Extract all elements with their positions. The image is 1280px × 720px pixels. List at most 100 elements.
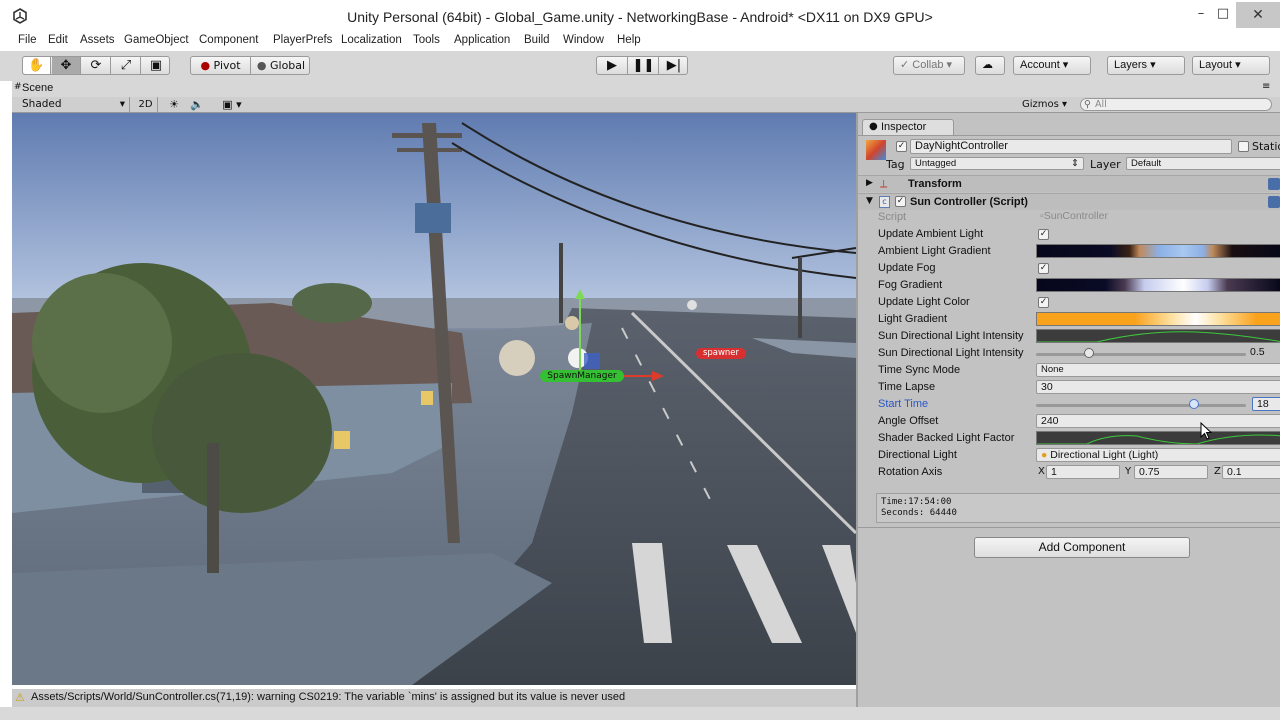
- light-gradient-field[interactable]: [1036, 312, 1280, 326]
- audio-toggle-icon[interactable]: 🔈: [186, 97, 208, 112]
- angle-offset-field[interactable]: 240: [1036, 414, 1280, 428]
- menu-edit[interactable]: Edit: [48, 34, 68, 46]
- script-field[interactable]: ▫SunController: [1036, 210, 1280, 224]
- step-icon: ▶|: [666, 58, 682, 73]
- global-label: Global: [270, 59, 306, 72]
- time-lapse-field[interactable]: 30: [1036, 380, 1280, 394]
- sun-intensity-value-field[interactable]: 0.5: [1250, 346, 1280, 360]
- menu-gameobject[interactable]: GameObject: [124, 34, 189, 46]
- scene-view[interactable]: SpawnManager spawner: [12, 113, 856, 685]
- update-fog-label: Update Fog: [878, 262, 936, 274]
- pivot-label: Pivot: [213, 59, 241, 72]
- sun-intensity-slider-track[interactable]: [1036, 353, 1246, 356]
- object-name-field[interactable]: DayNightController: [910, 139, 1232, 154]
- scene-search-input[interactable]: ⚲ All: [1080, 98, 1272, 111]
- menu-build[interactable]: Build: [524, 34, 550, 46]
- update-fog-checkbox[interactable]: ✓: [1038, 263, 1049, 274]
- seconds-info-text: Seconds: 64440: [881, 508, 957, 518]
- tag-dropdown[interactable]: Untagged ⇕: [910, 157, 1084, 170]
- global-toggle[interactable]: ● Global: [252, 57, 310, 74]
- lighting-toggle-icon[interactable]: ☀: [164, 97, 184, 112]
- play-button[interactable]: ▶: [597, 57, 628, 74]
- cloud-button[interactable]: ☁: [975, 56, 1005, 75]
- scale-tool-icon[interactable]: ⤢: [112, 57, 141, 74]
- static-label: Static: [1252, 140, 1280, 153]
- transform-icon: ⟂: [880, 177, 888, 190]
- fog-gradient-field[interactable]: [1036, 278, 1280, 292]
- menu-bar: File Edit Assets GameObject Component Pl…: [0, 33, 1280, 51]
- menu-help[interactable]: Help: [617, 34, 641, 46]
- sun-intensity-curve-field[interactable]: [1036, 329, 1280, 343]
- rotate-tool-icon[interactable]: ⟳: [82, 57, 111, 74]
- component-title: Sun Controller (Script): [910, 196, 1028, 208]
- menu-component[interactable]: Component: [199, 34, 258, 46]
- rotation-axis-z-field[interactable]: 0.1: [1222, 465, 1280, 479]
- script-icon: c: [879, 196, 890, 208]
- collab-button[interactable]: ✓ Collab ▾: [893, 56, 965, 75]
- gameobject-cube-icon: [866, 140, 886, 160]
- account-dropdown[interactable]: Account ▾: [1013, 56, 1091, 75]
- layer-dropdown[interactable]: Default: [1126, 157, 1280, 170]
- chevron-down-icon: ▾: [119, 98, 125, 110]
- inspector-tab-label: Inspector: [881, 121, 927, 133]
- layer-label: Layer: [1090, 158, 1121, 171]
- shading-mode-dropdown[interactable]: Shaded ▾: [12, 97, 130, 112]
- close-button[interactable]: ✕: [1236, 2, 1280, 28]
- tag-value: Untagged: [915, 158, 957, 169]
- menu-playerprefs[interactable]: PlayerPrefs: [273, 34, 332, 46]
- transform-component-header[interactable]: ▶ ⟂ Transform: [858, 175, 1280, 192]
- help-book-icon[interactable]: [1268, 196, 1280, 208]
- effects-dropdown-icon[interactable]: ▣ ▾: [218, 97, 246, 112]
- directional-light-field[interactable]: ● Directional Light (Light): [1036, 448, 1280, 462]
- layers-dropdown[interactable]: Layers ▾: [1107, 56, 1185, 75]
- menu-file[interactable]: File: [18, 34, 37, 46]
- rotation-axis-x-field[interactable]: 1: [1046, 465, 1120, 479]
- rotation-axis-y-field[interactable]: 0.75: [1134, 465, 1208, 479]
- start-time-slider-track[interactable]: [1036, 404, 1246, 407]
- update-light-color-label: Update Light Color: [878, 296, 970, 308]
- scene-tab[interactable]: Scene: [22, 82, 53, 94]
- active-checkbox[interactable]: ✓: [896, 141, 907, 152]
- mode-2d-toggle[interactable]: 2D: [134, 97, 158, 112]
- layer-value: Default: [1131, 158, 1162, 169]
- sun-intensity-slider-knob[interactable]: [1083, 348, 1094, 358]
- static-checkbox[interactable]: [1238, 141, 1249, 152]
- pause-button[interactable]: ❚❚: [629, 57, 659, 74]
- spawner-label[interactable]: spawner: [696, 348, 746, 359]
- move-tool-icon[interactable]: ✥: [52, 57, 81, 74]
- panel-menu-icon[interactable]: ≡: [1262, 81, 1270, 92]
- start-time-slider-knob[interactable]: [1188, 399, 1199, 409]
- console-status-bar[interactable]: ⚠ Assets/Scripts/World/SunController.cs(…: [12, 689, 856, 707]
- shader-backed-light-factor-curve[interactable]: [1036, 431, 1280, 445]
- inspector-tab[interactable]: ● Inspector: [862, 119, 954, 135]
- menu-window[interactable]: Window: [563, 34, 604, 46]
- ambient-light-gradient-field[interactable]: [1036, 244, 1280, 258]
- directional-light-value: Directional Light (Light): [1050, 449, 1159, 461]
- component-enabled-checkbox[interactable]: ✓: [895, 196, 906, 207]
- hand-tool-icon[interactable]: ✋: [23, 57, 51, 74]
- time-sync-mode-value: None: [1041, 364, 1064, 375]
- pivot-toggle[interactable]: ● Pivot: [191, 57, 251, 74]
- help-book-icon[interactable]: [1268, 178, 1280, 190]
- menu-tools[interactable]: Tools: [413, 34, 440, 46]
- layout-dropdown[interactable]: Layout ▾: [1192, 56, 1270, 75]
- add-component-button[interactable]: Add Component: [974, 537, 1190, 558]
- tag-label: Tag: [886, 158, 905, 171]
- maximize-button[interactable]: □: [1208, 6, 1238, 21]
- angle-offset-label: Angle Offset: [878, 415, 939, 427]
- scene-tab-icon: #: [14, 82, 22, 92]
- menu-assets[interactable]: Assets: [80, 34, 115, 46]
- sun-intensity-curve-label: Sun Directional Light Intensity: [878, 330, 1024, 342]
- sun-controller-component-header[interactable]: ▼ c ✓ Sun Controller (Script): [858, 193, 1280, 210]
- step-button[interactable]: ▶|: [660, 57, 688, 74]
- spawn-manager-label[interactable]: SpawnManager: [540, 370, 624, 382]
- update-light-color-checkbox[interactable]: ✓: [1038, 297, 1049, 308]
- menu-localization[interactable]: Localization: [341, 34, 402, 46]
- time-sync-mode-dropdown[interactable]: None: [1036, 363, 1280, 377]
- collab-label: Collab: [912, 59, 944, 71]
- menu-application[interactable]: Application: [454, 34, 510, 46]
- rect-tool-icon[interactable]: ▣: [142, 57, 170, 74]
- gizmos-dropdown[interactable]: Gizmos ▾: [1022, 97, 1074, 112]
- start-time-value-field[interactable]: 18: [1252, 397, 1280, 411]
- update-ambient-light-checkbox[interactable]: ✓: [1038, 229, 1049, 240]
